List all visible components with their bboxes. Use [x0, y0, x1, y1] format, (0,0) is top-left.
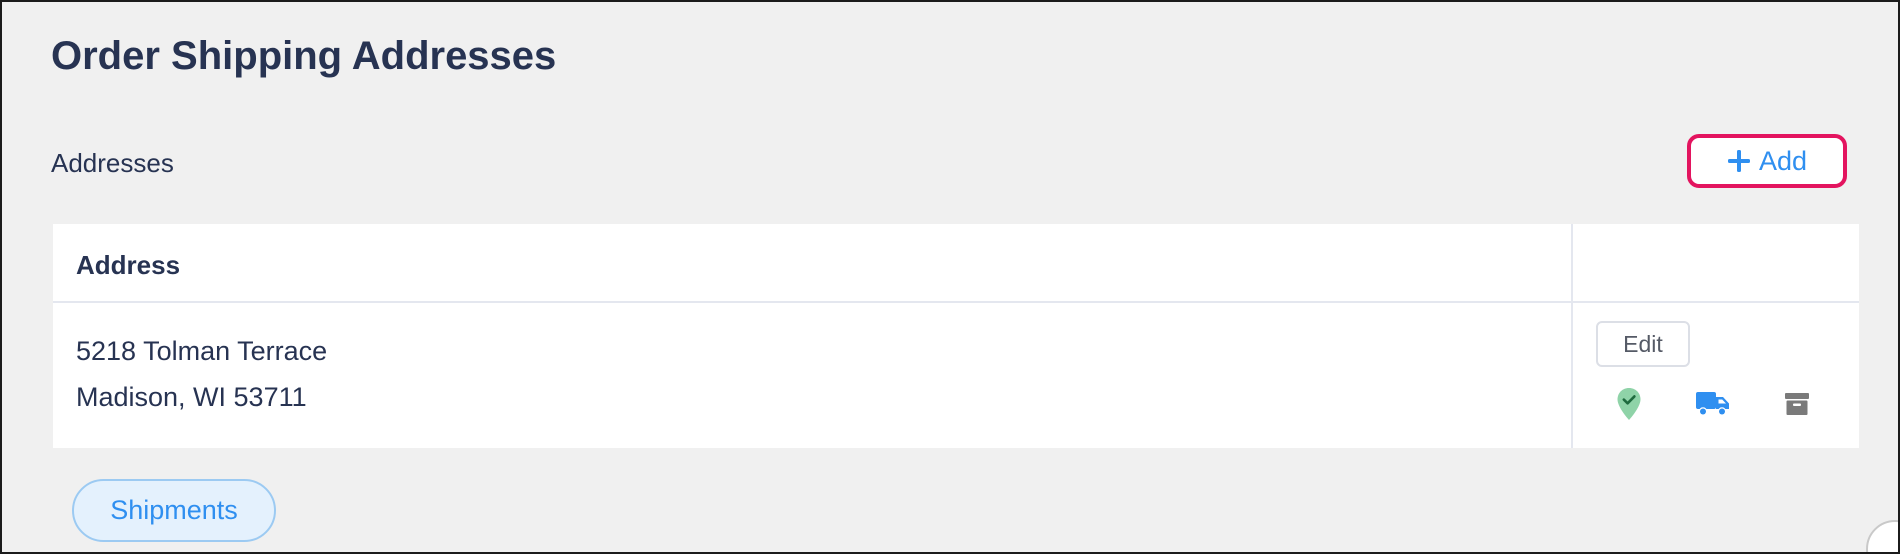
shipments-button[interactable]: Shipments	[72, 479, 276, 542]
corner-decoration	[1866, 520, 1898, 552]
add-address-button[interactable]: Add	[1687, 134, 1847, 188]
plus-icon	[1727, 149, 1751, 173]
edit-button[interactable]: Edit	[1596, 321, 1690, 367]
addresses-section-label: Addresses	[51, 148, 174, 178]
page-title: Order Shipping Addresses	[51, 34, 557, 78]
address-line-2: Madison, WI 53711	[76, 382, 307, 412]
add-button-label: Add	[1758, 145, 1808, 176]
truck-icon[interactable]	[1693, 384, 1733, 424]
header-divider	[53, 301, 1859, 303]
addresses-table: Address 5218 Tolman Terrace Madison, WI …	[53, 224, 1859, 448]
address-line-1: 5218 Tolman Terrace	[76, 336, 328, 366]
archive-icon[interactable]	[1777, 384, 1817, 424]
column-divider	[1571, 224, 1573, 448]
location-check-icon[interactable]	[1609, 384, 1649, 424]
address-column-header: Address	[76, 250, 181, 280]
app-frame: Order Shipping Addresses Addresses Add A…	[0, 0, 1900, 554]
